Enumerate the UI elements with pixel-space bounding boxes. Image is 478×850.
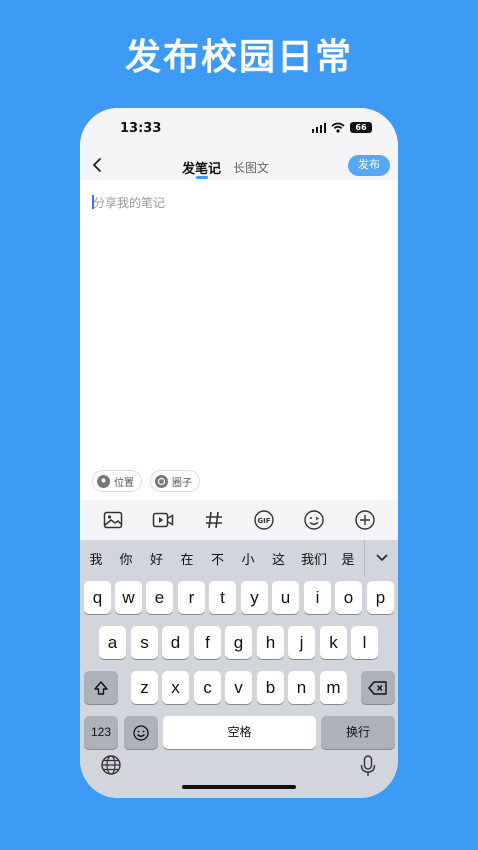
status-bar: 13:33 66: [80, 108, 398, 150]
tab-active-indicator: [196, 176, 208, 179]
key-c[interactable]: c: [194, 671, 221, 704]
note-editor[interactable]: 分享我的笔记: [92, 194, 388, 454]
status-icons: 66: [311, 122, 372, 133]
key-i[interactable]: i: [304, 581, 331, 614]
candidate-word[interactable]: 是: [334, 549, 362, 568]
candidate-word[interactable]: 我: [81, 549, 111, 568]
numbers-key[interactable]: 123: [84, 716, 118, 749]
emoji-icon: [133, 725, 149, 741]
headline: 发布校园日常: [124, 37, 353, 78]
backspace-key[interactable]: [361, 671, 395, 704]
gif-icon-label: GIF: [258, 517, 271, 525]
key-a[interactable]: a: [99, 626, 126, 659]
candidate-word[interactable]: 你: [111, 549, 141, 568]
home-indicator: [182, 785, 296, 789]
backspace-icon: [368, 681, 387, 695]
tab-long-image[interactable]: 长图文: [233, 159, 269, 176]
key-o[interactable]: o: [335, 581, 362, 614]
key-s[interactable]: s: [131, 626, 158, 659]
candidate-word[interactable]: 在: [172, 549, 202, 568]
key-l[interactable]: l: [351, 626, 378, 659]
key-u[interactable]: u: [272, 581, 299, 614]
candidate-bar: 我 你 好 在 不 小 这 我们 是: [80, 540, 398, 576]
location-chip-label: 位置: [114, 477, 134, 489]
location-chip[interactable]: 位置: [92, 470, 142, 492]
key-r[interactable]: r: [178, 581, 205, 614]
key-m[interactable]: m: [320, 671, 347, 704]
key-w[interactable]: w: [115, 581, 142, 614]
back-chevron-icon[interactable]: [90, 156, 106, 174]
shift-arrow-icon: [94, 681, 108, 695]
circle-chip[interactable]: 圈子: [150, 470, 200, 492]
candidate-word[interactable]: 小: [233, 549, 263, 568]
emoji-key[interactable]: [124, 716, 158, 749]
chevron-down-icon: [375, 554, 388, 562]
candidate-word[interactable]: 我们: [294, 549, 334, 568]
key-z[interactable]: z: [131, 671, 158, 704]
keyboard: 我 你 好 在 不 小 这 我们 是 q w e r t y u i o p a…: [80, 540, 398, 798]
emoji-icon[interactable]: [302, 508, 326, 532]
battery-icon: 66: [350, 122, 372, 133]
key-e[interactable]: e: [146, 581, 173, 614]
circle-chip-label: 圈子: [172, 477, 192, 489]
key-b[interactable]: b: [257, 671, 284, 704]
key-g[interactable]: g: [225, 626, 252, 659]
tab-note[interactable]: 发笔记: [182, 158, 221, 177]
location-pin-icon: [97, 474, 110, 488]
video-icon[interactable]: [151, 508, 175, 532]
key-v[interactable]: v: [225, 671, 252, 704]
key-n[interactable]: n: [288, 671, 315, 704]
return-key[interactable]: 换行: [321, 716, 395, 749]
globe-icon[interactable]: [100, 754, 122, 776]
key-y[interactable]: y: [241, 581, 268, 614]
nav-bar: 发笔记 长图文 发布: [80, 150, 398, 180]
plus-circle-icon[interactable]: [353, 508, 377, 532]
cellular-signal-icon: [311, 122, 326, 133]
collapse-candidates-button[interactable]: [364, 540, 398, 576]
editor-placeholder: 分享我的笔记: [93, 196, 166, 210]
key-d[interactable]: d: [162, 626, 189, 659]
shift-key[interactable]: [84, 671, 118, 704]
key-j[interactable]: j: [288, 626, 315, 659]
candidate-word[interactable]: 不: [202, 549, 233, 568]
microphone-icon[interactable]: [358, 754, 378, 778]
key-f[interactable]: f: [194, 626, 221, 659]
publish-button[interactable]: 发布: [348, 155, 390, 176]
space-key[interactable]: 空格: [163, 716, 316, 749]
wifi-icon: [331, 122, 345, 133]
key-q[interactable]: q: [84, 581, 111, 614]
key-p[interactable]: p: [367, 581, 394, 614]
compose-toolbar: GIF: [80, 500, 398, 540]
gif-icon[interactable]: GIF: [252, 508, 276, 532]
key-x[interactable]: x: [162, 671, 189, 704]
key-h[interactable]: h: [257, 626, 284, 659]
key-k[interactable]: k: [320, 626, 347, 659]
candidate-word[interactable]: 好: [141, 549, 172, 568]
candidate-word[interactable]: 这: [263, 549, 294, 568]
status-time: 13:33: [120, 121, 162, 136]
circle-group-icon: [155, 474, 168, 488]
image-icon[interactable]: [101, 508, 125, 532]
phone-screen: 13:33 66 发笔记 长图文 发布 分享我的笔记 位置 圈子 GIF 我 你…: [80, 108, 398, 798]
key-t[interactable]: t: [209, 581, 236, 614]
hashtag-icon[interactable]: [202, 508, 226, 532]
